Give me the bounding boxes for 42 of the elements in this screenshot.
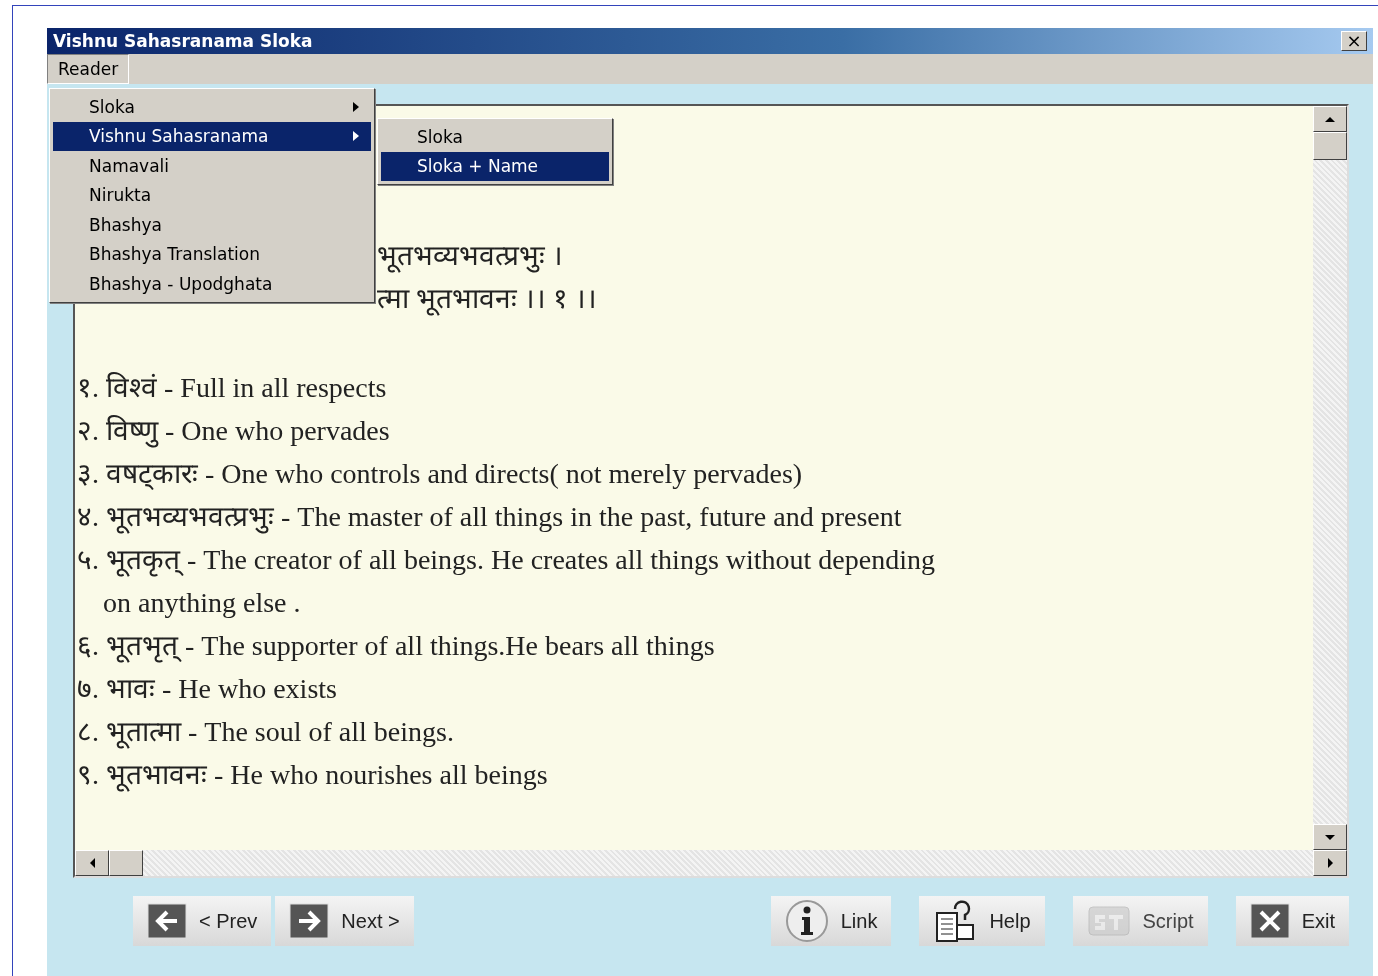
- close-icon: [1249, 903, 1290, 939]
- menu-item[interactable]: Sloka + Name: [381, 151, 609, 181]
- name-entry: ३. वषट्कारः - One who controls and directs( not merely pervades): [77, 457, 804, 492]
- sloka-line: भूतभव्यभवत्प्रभुः ।: [377, 239, 564, 275]
- menu-item[interactable]: Reader: [47, 54, 130, 84]
- menu-item[interactable]: Bhashya - Upodghata: [53, 269, 371, 299]
- name-entry: ९. भूतभावनः - He who nourishes all beings: [77, 758, 549, 794]
- exit-button[interactable]: Exit: [1235, 896, 1349, 946]
- sloka-line: त्मा भूतभावनः ।। १ ।।: [377, 282, 598, 318]
- menu-item[interactable]: Sloka: [53, 92, 371, 122]
- faded-logo-icon: [1086, 903, 1131, 939]
- name-entry-continuation: on anything else .: [102, 586, 302, 620]
- menu-item[interactable]: Nirukta: [53, 180, 371, 210]
- name-entry: ५. भूतकृत् - The creator of all beings. He creates all things without depending: [77, 543, 936, 579]
- menu-item[interactable]: Vishnu Sahasranama: [53, 121, 371, 151]
- help-button[interactable]: Help: [919, 896, 1045, 946]
- window-title: Vishnu Sahasranama Sloka: [53, 31, 313, 51]
- menu-item[interactable]: Sloka: [381, 122, 609, 152]
- scroll-thumb[interactable]: [109, 850, 143, 876]
- horizontal-scrollbar[interactable]: [75, 850, 1347, 876]
- name-entry: १. विश्वं - Full in all respects: [77, 371, 388, 405]
- info-icon: [784, 899, 829, 943]
- name-entry: ६. भूतभृत् - The supporter of all things.He bears all things: [77, 629, 716, 665]
- vertical-scrollbar[interactable]: [1313, 106, 1347, 850]
- menu-item[interactable]: Namavali: [53, 151, 371, 181]
- scroll-left-button[interactable]: [75, 850, 109, 876]
- name-entry: ७. भावः - He who exists: [77, 672, 338, 706]
- menu-item[interactable]: Bhashya Translation: [53, 239, 371, 269]
- scroll-up-button[interactable]: [1313, 106, 1347, 132]
- scroll-thumb[interactable]: [1313, 132, 1347, 160]
- name-entry: ८. भूतात्मा - The soul of all beings.: [77, 715, 455, 751]
- submenu-arrow-icon: [353, 101, 359, 112]
- menu-item[interactable]: Bhashya: [53, 210, 371, 240]
- next-button[interactable]: Next >: [275, 896, 414, 946]
- prev-button[interactable]: < Prev: [133, 896, 272, 946]
- name-entry: ४. भूतभव्यभवत्प्रभुः - The master of all things in the past, future and present: [77, 500, 903, 536]
- close-button[interactable]: ×: [1341, 31, 1367, 51]
- name-entry: २. विष्णु - One who pervades: [77, 414, 391, 450]
- submenu-arrow-icon: [353, 131, 359, 142]
- scroll-right-button[interactable]: [1313, 850, 1347, 876]
- link-button[interactable]: Link: [770, 896, 892, 946]
- scroll-down-button[interactable]: [1313, 824, 1347, 850]
